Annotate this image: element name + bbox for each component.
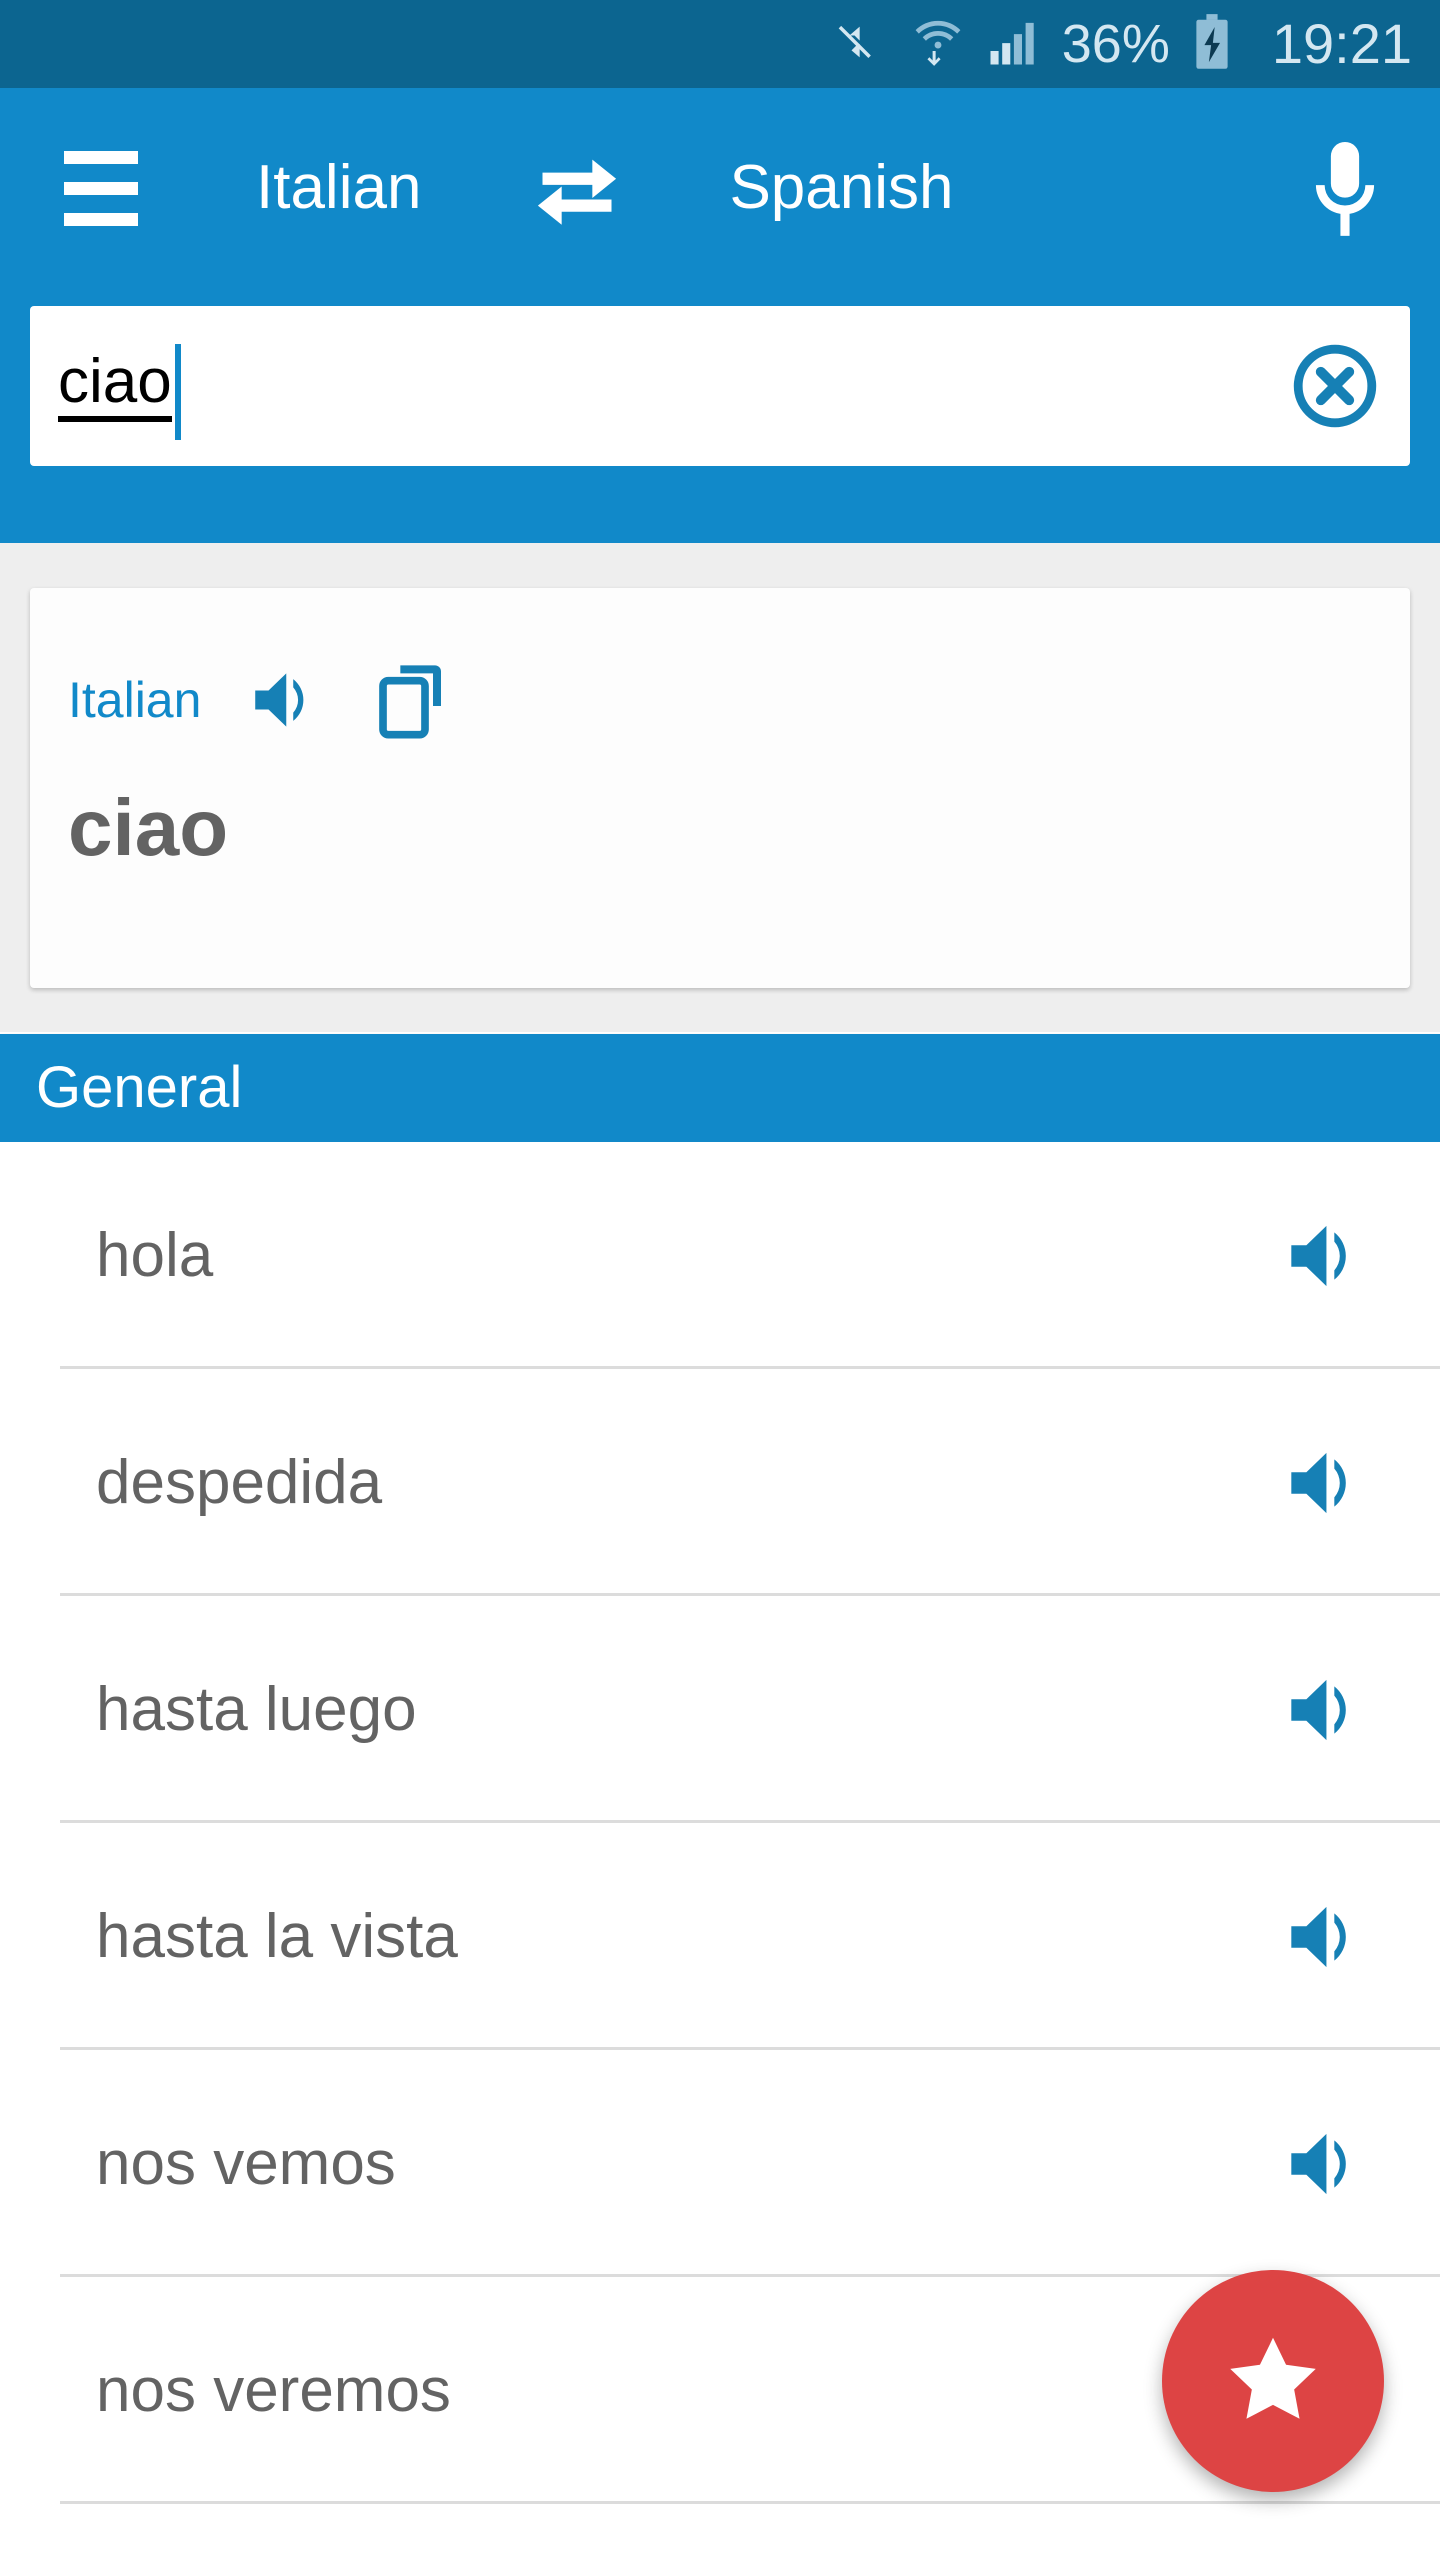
translation-label: nos veremos — [96, 2355, 451, 2425]
hamburger-menu-icon[interactable] — [36, 123, 166, 253]
speaker-icon — [1291, 2133, 1346, 2194]
translation-speaker-button[interactable] — [1282, 2121, 1368, 2207]
list-item[interactable]: hasta luego — [0, 1596, 1440, 1823]
speaker-icon — [255, 673, 304, 727]
search-field-container[interactable]: ciao — [30, 306, 1410, 466]
menu-line-3 — [64, 212, 138, 226]
result-card[interactable]: Italian ciao — [30, 588, 1410, 988]
list-item[interactable]: hola — [0, 1142, 1440, 1369]
star-icon — [1230, 2337, 1316, 2419]
list-divider — [60, 2501, 1440, 2504]
translation-label: despedida — [96, 1447, 383, 1517]
swap-arrows-icon — [538, 159, 617, 225]
target-language-button[interactable]: Spanish — [729, 157, 953, 219]
clear-search-button[interactable] — [1260, 306, 1410, 466]
speaker-icon — [1291, 1679, 1346, 1740]
search-input[interactable]: ciao — [30, 306, 1260, 466]
status-clock: 19:21 — [1271, 12, 1412, 75]
menu-line-2 — [64, 181, 138, 195]
microphone-button[interactable] — [1290, 136, 1400, 246]
speaker-icon — [1291, 1225, 1346, 1286]
speaker-icon — [1291, 1452, 1346, 1513]
result-card-speaker-button[interactable] — [247, 662, 323, 738]
app-toolbar: Italian Spanish ciao — [0, 88, 1440, 543]
search-input-value: ciao — [58, 350, 172, 422]
translation-label: hola — [96, 1220, 214, 1290]
section-title: General — [36, 1055, 243, 1120]
status-bar: 36% 19:21 — [0, 0, 1440, 88]
translation-label: nos vemos — [96, 2128, 396, 2198]
translation-label: hasta la vista — [96, 1901, 458, 1971]
signal-icon — [986, 14, 1040, 75]
translation-speaker-button[interactable] — [1282, 1667, 1368, 1753]
list-item[interactable]: despedida — [0, 1369, 1440, 1596]
section-header-general: General — [0, 1034, 1440, 1142]
speaker-icon — [1291, 1906, 1346, 1967]
battery-percent-label: 36% — [1061, 14, 1170, 74]
battery-charging-icon — [1194, 13, 1230, 76]
menu-line-1 — [64, 150, 138, 164]
result-card-copy-button[interactable] — [373, 660, 453, 740]
list-item[interactable]: hasta la vista — [0, 1823, 1440, 2050]
text-caret — [174, 344, 181, 440]
result-card-language: Italian — [68, 672, 202, 728]
copy-icon — [379, 665, 442, 739]
result-card-word: ciao — [68, 783, 229, 872]
toolbar-row: Italian Spanish — [0, 88, 1440, 288]
list-item[interactable]: nos vemos — [0, 2050, 1440, 2277]
translation-speaker-button[interactable] — [1282, 1440, 1368, 1526]
result-card-area: Italian ciao — [0, 543, 1440, 1032]
mute-icon — [834, 14, 890, 75]
wifi-icon — [912, 14, 964, 75]
microphone-icon — [1315, 141, 1375, 236]
translation-speaker-button[interactable] — [1282, 1894, 1368, 1980]
clear-circle-x-icon — [1293, 344, 1377, 428]
app-screen: 36% 19:21 Italian Spanish ciao Italian c… — [0, 0, 1440, 2560]
source-language-button[interactable]: Italian — [256, 157, 421, 219]
translation-label: hasta luego — [96, 1674, 417, 1744]
status-bar-icons: 36% 19:21 — [834, 13, 1412, 76]
translation-speaker-button[interactable] — [1282, 1213, 1368, 1299]
result-card-header: Italian — [68, 660, 453, 740]
swap-languages-button[interactable] — [529, 140, 625, 236]
favorites-fab-button[interactable] — [1162, 2270, 1384, 2492]
